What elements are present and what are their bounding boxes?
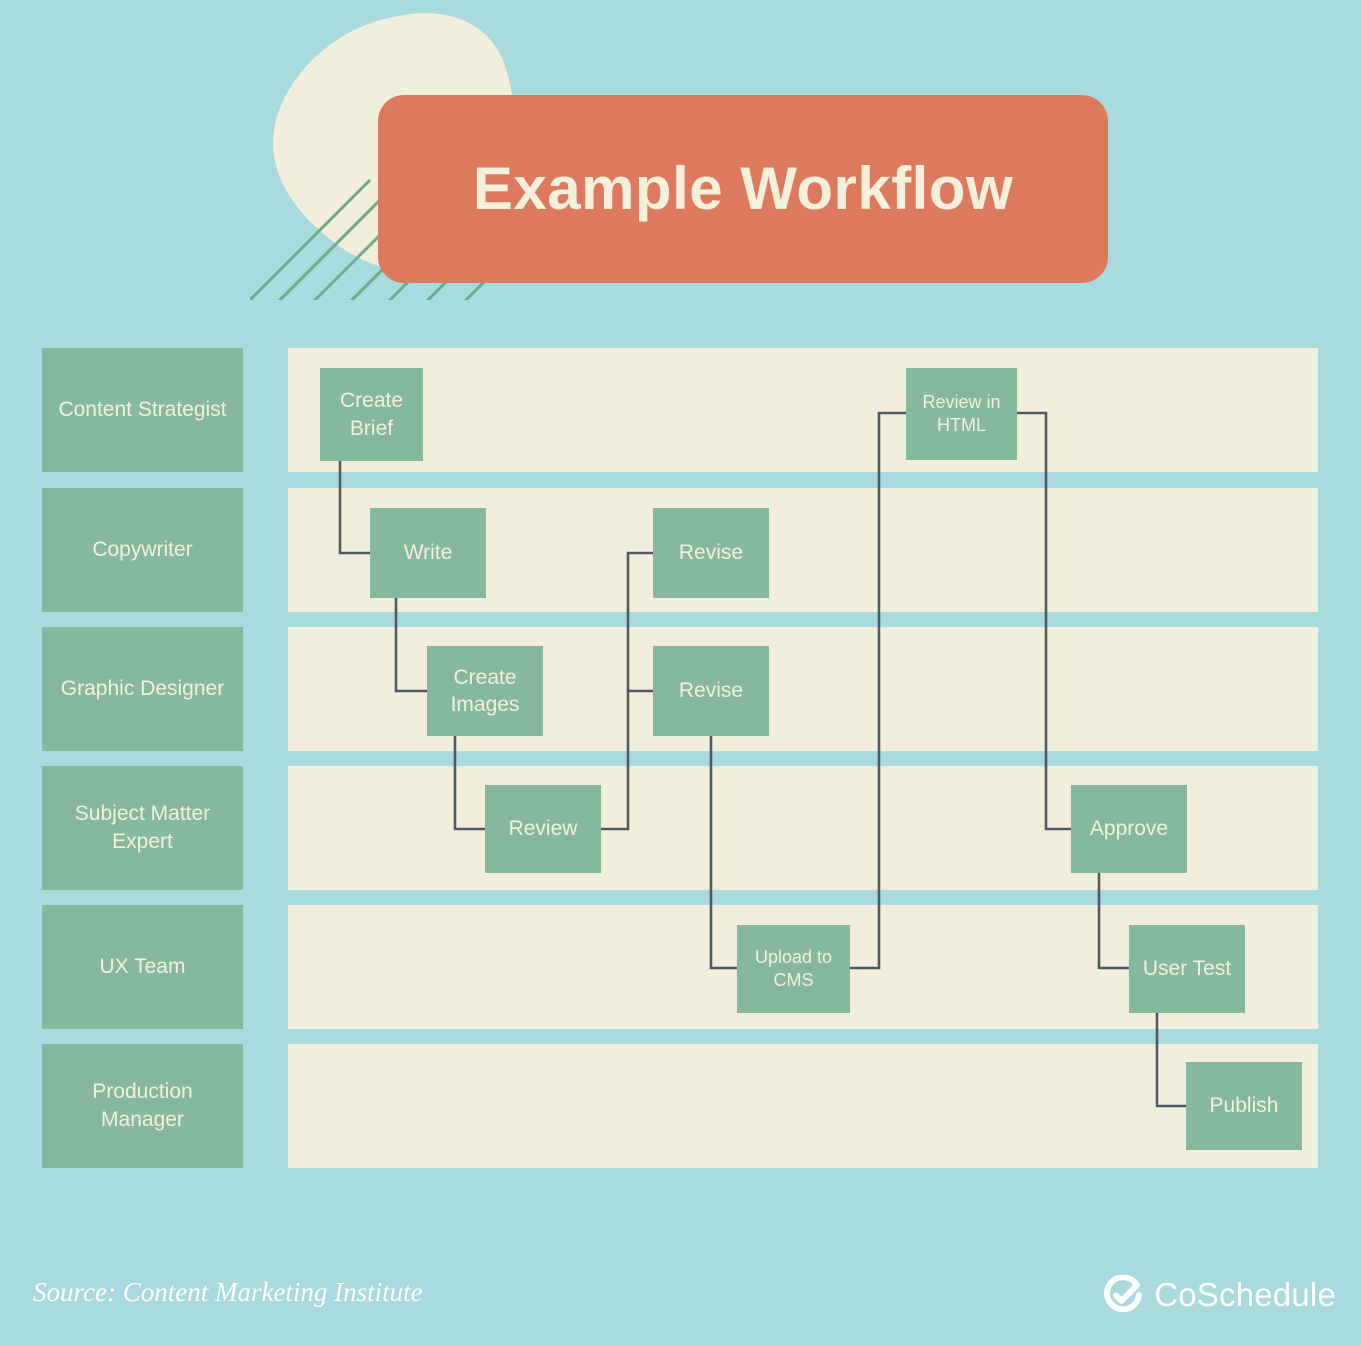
workflow-node-label: Create Images — [450, 665, 520, 716]
workflow-node-publish[interactable]: Publish — [1186, 1062, 1302, 1150]
workflow-node-review-in-html[interactable]: Review in HTML — [906, 368, 1017, 460]
workflow-node-label: Write — [403, 541, 453, 565]
workflow-node-label: Create Brief — [339, 389, 404, 440]
brand-name: CoSchedule — [1154, 1276, 1336, 1313]
workflow-node-create-brief[interactable]: Create Brief — [320, 368, 423, 461]
source-credit: Source: Content Marketing Institute — [33, 1277, 423, 1307]
title-banner: Example Workflow — [378, 95, 1108, 283]
workflow-node-review[interactable]: Review — [485, 785, 601, 873]
workflow-node-create-images[interactable]: Create Images — [427, 646, 543, 736]
workflow-node-write[interactable]: Write — [370, 508, 486, 598]
check-circle-icon — [1104, 1275, 1143, 1313]
coschedule-logo: CoSchedule — [1103, 1275, 1336, 1315]
workflow-node-label: Review — [508, 817, 578, 841]
workflow-node-label: Upload to CMS — [754, 946, 833, 990]
swimlane-diagram: Content Strategist Copywriter Graphic Desi… — [0, 340, 1361, 1200]
workflow-node-label: Revise — [678, 541, 744, 565]
workflow-node-label: Revise — [678, 679, 744, 703]
workflow-node-label: User Test — [1142, 957, 1232, 981]
workflow-node-label: Publish — [1209, 1094, 1279, 1118]
workflow-node-revise-copy[interactable]: Revise — [653, 508, 769, 598]
workflow-node-upload-to-cms[interactable]: Upload to CMS — [737, 925, 850, 1013]
workflow-node-label: Approve — [1089, 817, 1169, 841]
node-layer: Create Brief Review in HTML Write Revise Cre… — [0, 340, 1361, 1200]
header: Example Workflow — [0, 0, 1361, 330]
workflow-node-revise-design[interactable]: Revise — [653, 646, 769, 736]
workflow-node-approve[interactable]: Approve — [1071, 785, 1187, 873]
footer: Source: Content Marketing Institute CoSc… — [0, 1255, 1361, 1346]
workflow-node-user-test[interactable]: User Test — [1129, 925, 1245, 1013]
workflow-node-label: Review in HTML — [922, 391, 1001, 435]
page-title: Example Workflow — [472, 155, 1014, 222]
